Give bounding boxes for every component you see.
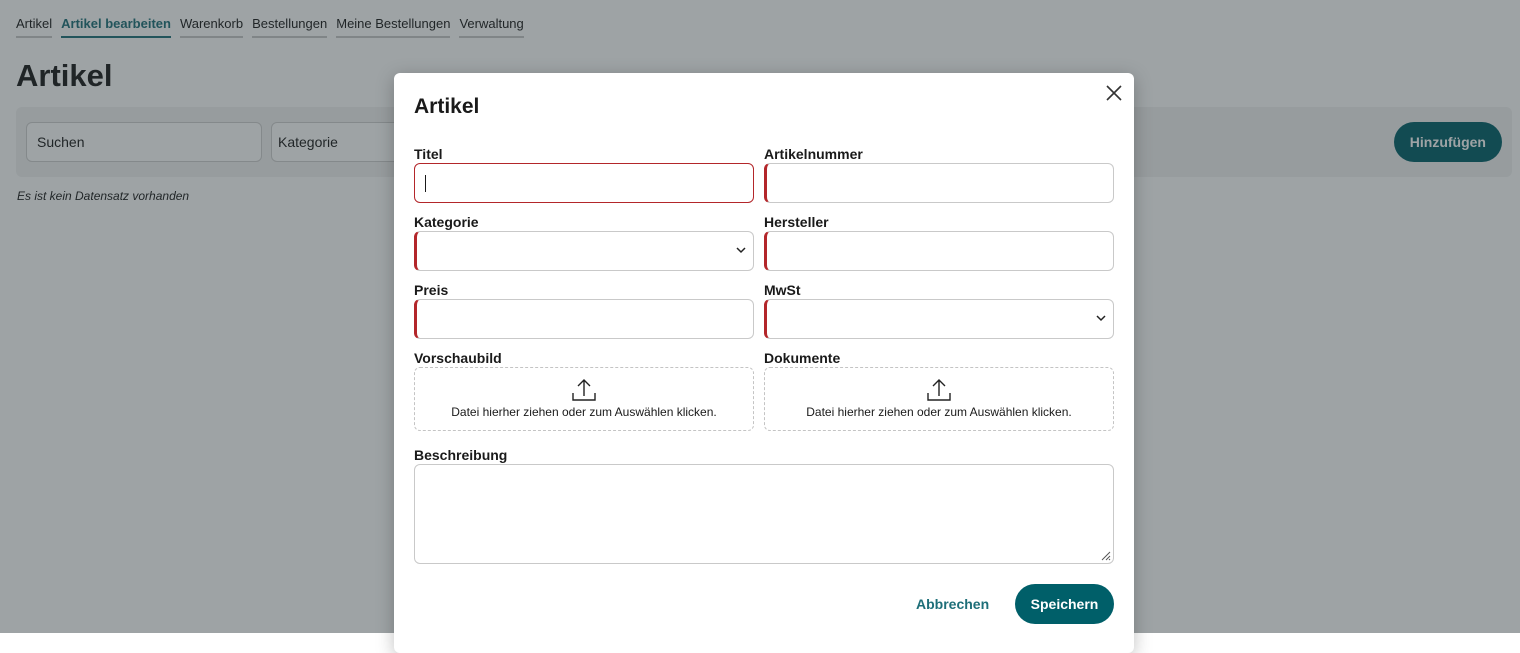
dokumente-dropzone[interactable]: Datei hierher ziehen oder zum Auswählen … (764, 367, 1114, 431)
preis-label: Preis (414, 282, 449, 298)
cancel-button[interactable]: Abbrechen (916, 593, 989, 615)
hersteller-label: Hersteller (764, 214, 829, 230)
chevron-down-icon (1096, 315, 1106, 322)
titel-label: Titel (414, 146, 443, 162)
dialog-title: Artikel (414, 95, 480, 118)
close-icon[interactable] (1104, 83, 1124, 103)
mwst-label: MwSt (764, 282, 801, 298)
save-button[interactable]: Speichern (1015, 584, 1114, 624)
text-cursor (425, 175, 426, 192)
resize-handle-icon[interactable] (1099, 549, 1111, 561)
hersteller-input[interactable] (764, 231, 1114, 271)
vorschaubild-label: Vorschaubild (414, 350, 502, 366)
kategorie-label: Kategorie (414, 214, 479, 230)
beschreibung-label: Beschreibung (414, 447, 508, 463)
artikelnummer-label: Artikelnummer (764, 146, 863, 162)
preis-input[interactable] (414, 299, 754, 339)
mwst-select[interactable] (764, 299, 1114, 339)
artikelnummer-input[interactable] (764, 163, 1114, 203)
titel-input[interactable] (414, 163, 754, 203)
upload-icon (927, 379, 951, 401)
chevron-down-icon (736, 247, 746, 254)
upload-icon (572, 379, 596, 401)
vorschaubild-dropzone-hint: Datei hierher ziehen oder zum Auswählen … (451, 405, 717, 419)
dokumente-dropzone-hint: Datei hierher ziehen oder zum Auswählen … (806, 405, 1072, 419)
vorschaubild-dropzone[interactable]: Datei hierher ziehen oder zum Auswählen … (414, 367, 754, 431)
article-dialog: Artikel Titel Artikelnummer Kategorie He… (394, 73, 1134, 653)
beschreibung-textarea[interactable] (414, 464, 1114, 564)
dokumente-label: Dokumente (764, 350, 841, 366)
kategorie-select[interactable] (414, 231, 754, 271)
